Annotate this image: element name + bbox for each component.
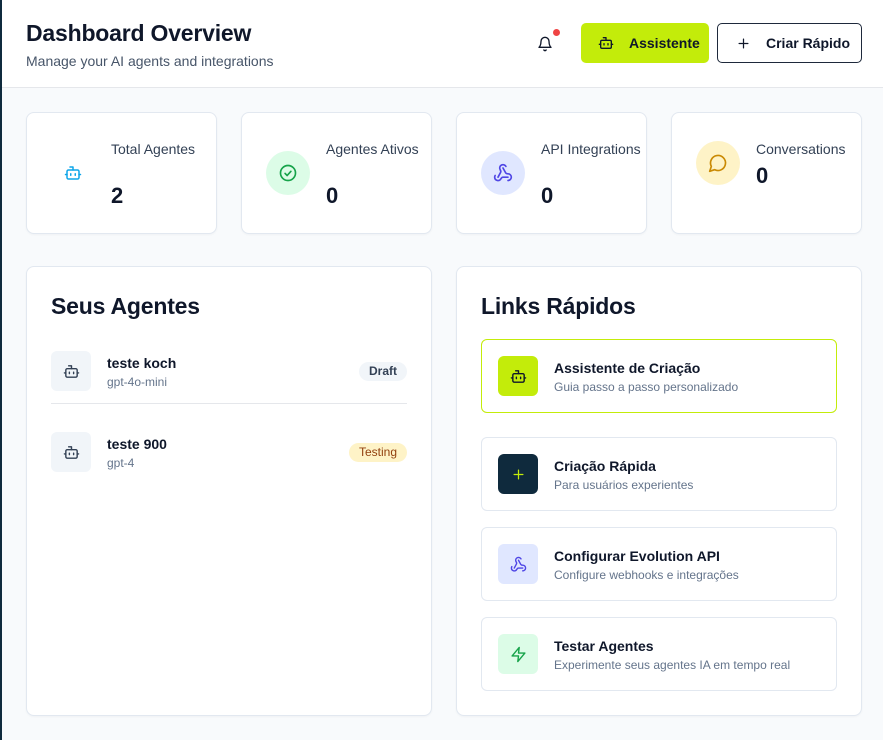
link-description: Configure webhooks e integrações — [554, 568, 739, 582]
check-circle-icon — [266, 151, 310, 195]
page-header: Dashboard Overview Manage your AI agents… — [2, 0, 883, 88]
agents-panel-title: Seus Agentes — [51, 293, 200, 319]
page-subtitle: Manage your AI agents and integrations — [26, 53, 274, 69]
zap-icon — [498, 634, 538, 674]
plus-icon — [735, 35, 751, 51]
agents-panel: Seus Agentes teste koch gpt-4o-mini Draf… — [26, 266, 432, 716]
link-description: Guia passo a passo personalizado — [554, 380, 739, 394]
agent-name: teste 900 — [107, 436, 167, 452]
stat-value: 0 — [541, 183, 554, 208]
stat-card-conversations: Conversations 0 — [671, 112, 862, 234]
agent-name: teste koch — [107, 355, 177, 371]
bell-icon — [538, 36, 552, 52]
quick-create-button[interactable]: Criar Rápido — [717, 23, 862, 63]
link-title: Assistente de Criação — [554, 360, 701, 376]
stat-label: Total Agentes — [111, 141, 196, 157]
bot-icon — [51, 351, 91, 391]
plus-icon — [498, 454, 538, 494]
bot-icon — [51, 432, 91, 472]
status-badge: Draft — [358, 362, 407, 381]
link-title: Configurar Evolution API — [554, 548, 720, 564]
agent-row[interactable]: teste 900 gpt-4 Testing — [51, 432, 407, 472]
stat-label: Agentes Ativos — [326, 141, 419, 157]
stat-label: Conversations — [756, 141, 846, 157]
page-title: Dashboard Overview — [26, 20, 252, 46]
link-test-agents[interactable]: Testar Agentes Experimente seus agentes … — [481, 617, 837, 691]
agent-model: gpt-4 — [107, 456, 135, 470]
webhook-icon — [481, 151, 525, 195]
stat-card-active-agents: Agentes Ativos 0 — [241, 112, 432, 234]
agent-row[interactable]: teste koch gpt-4o-mini Draft — [51, 351, 407, 391]
divider — [51, 403, 407, 404]
webhook-icon — [498, 544, 538, 584]
stat-card-total-agents: Total Agentes 2 — [26, 112, 217, 234]
link-creation-assistant[interactable]: Assistente de Criação Guia passo a passo… — [481, 339, 837, 413]
bot-icon — [498, 356, 538, 396]
bot-icon — [597, 34, 615, 52]
agent-model: gpt-4o-mini — [107, 375, 168, 389]
bot-icon — [51, 151, 95, 195]
link-title: Testar Agentes — [554, 638, 654, 654]
link-evolution-api[interactable]: Configurar Evolution API Configure webho… — [481, 527, 837, 601]
message-circle-icon — [696, 141, 740, 185]
link-description: Para usuários experientes — [554, 478, 694, 492]
quick-links-panel: Links Rápidos Assistente de Criação Guia… — [456, 266, 862, 716]
sidebar-edge — [0, 0, 2, 740]
stat-value: 0 — [756, 163, 769, 188]
notification-dot — [553, 29, 560, 36]
status-badge: Testing — [348, 443, 407, 462]
stat-card-api-integrations: API Integrations 0 — [456, 112, 647, 234]
link-title: Criação Rápida — [554, 458, 656, 474]
assistant-button-label: Assistente — [629, 35, 700, 51]
stat-value: 2 — [111, 183, 124, 208]
quick-create-button-label: Criar Rápido — [766, 35, 851, 51]
link-description: Experimente seus agentes IA em tempo rea… — [554, 658, 791, 672]
stat-label: API Integrations — [541, 141, 641, 157]
notifications-button[interactable] — [534, 29, 560, 55]
quick-links-title: Links Rápidos — [481, 293, 636, 319]
assistant-button[interactable]: Assistente — [581, 23, 709, 63]
stat-value: 0 — [326, 183, 339, 208]
link-quick-creation[interactable]: Criação Rápida Para usuários experientes — [481, 437, 837, 511]
